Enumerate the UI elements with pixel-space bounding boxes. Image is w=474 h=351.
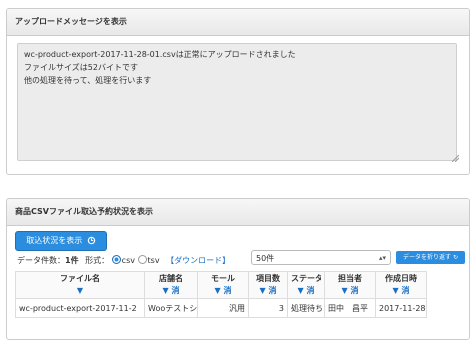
shop-name-cell: Wooテストショ (144, 298, 198, 318)
csv-radio[interactable] (111, 255, 121, 264)
message-line: 他の処理を待って、処理を行います (24, 76, 152, 85)
sort-icon[interactable]: ▼ 消 (291, 285, 321, 297)
column-header[interactable]: ステータス▼ 消 (287, 271, 325, 299)
sort-icon[interactable]: ▼ 消 (148, 285, 194, 297)
sort-icon[interactable]: ▼ 消 (252, 285, 284, 297)
column-header[interactable]: 項目数 ▼ 消 (248, 271, 288, 299)
column-header[interactable]: モール ▼ 消 (197, 271, 249, 299)
sort-icon[interactable]: ▼ 消 (201, 285, 245, 297)
refresh-icon: ↻ (452, 254, 458, 261)
table-header-row: ファイル名▼ 店舗名▼ 消 モール▼ 消 項目数▼ 消 ステータス▼ 消 担当者… (15, 271, 427, 299)
tsv-label: tsv (147, 256, 160, 265)
show-status-label: 取込状況を表示 (26, 236, 83, 245)
refresh-icon (87, 236, 96, 245)
message-line: ファイルサイズは52バイトです (24, 63, 138, 72)
assignee-cell: 田中 昌平 (324, 298, 376, 318)
upload-message-panel: アップロードメッセージを表示 wc-product-export-2017-11… (6, 8, 470, 175)
format-label: 形式： (85, 256, 110, 265)
table-row[interactable]: wc-product-export-2017-11-2 Wooテストショ 汎用 … (15, 298, 427, 318)
upload-panel-title: アップロードメッセージを表示 (7, 9, 469, 36)
import-status-table: ファイル名▼ 店舗名▼ 消 モール▼ 消 項目数▼ 消 ステータス▼ 消 担当者… (15, 271, 427, 318)
per-page-select[interactable]: 50件 ▴▾ (251, 250, 391, 265)
per-page-value: 50件 (256, 254, 275, 263)
sort-icon[interactable]: ▼ 消 (379, 285, 423, 297)
status-panel-title: 商品CSVファイル取込予約状況を表示 (7, 199, 469, 226)
count-label: データ件数： (17, 256, 65, 265)
csv-label: csv (121, 256, 135, 265)
column-header[interactable]: 担当者 ▼ 消 (324, 271, 376, 299)
column-header[interactable]: ファイル名 ▼ (15, 271, 145, 299)
column-header[interactable]: 店舗名 ▼ 消 (144, 271, 198, 299)
import-status-panel: 商品CSVファイル取込予約状況を表示 取込状況を表示 データ件数：1件 形式： … (6, 198, 470, 340)
data-summary-row: データ件数：1件 形式： csv tsv 【ダウンロード】 (17, 255, 230, 266)
status-cell: 処理待ち (287, 298, 325, 318)
chevron-updown-icon: ▴▾ (378, 254, 386, 262)
resize-handle-icon[interactable] (451, 154, 459, 162)
show-status-button[interactable]: 取込状況を表示 (15, 231, 107, 251)
download-link[interactable]: 【ダウンロード】 (166, 256, 230, 265)
column-header[interactable]: 作成日時 ▼ 消 (375, 271, 427, 299)
field-count-cell: 3 (248, 298, 288, 318)
wrap-data-button[interactable]: データを折り返す ↻ (396, 251, 465, 264)
upload-message-textarea[interactable]: wc-product-export-2017-11-28-01.csvは正常にア… (17, 43, 457, 161)
message-line: wc-product-export-2017-11-28-01.csvは正常にア… (24, 50, 296, 59)
mall-cell: 汎用 (197, 298, 249, 318)
tsv-radio[interactable] (137, 255, 147, 264)
file-name-cell: wc-product-export-2017-11-2 (15, 298, 145, 318)
sort-icon[interactable]: ▼ 消 (328, 285, 372, 297)
sort-icon[interactable]: ▼ (19, 285, 141, 297)
created-at-cell: 2017-11-28 (375, 298, 427, 318)
count-value: 1件 (65, 256, 79, 265)
wrap-data-label: データを折り返す (403, 254, 452, 261)
